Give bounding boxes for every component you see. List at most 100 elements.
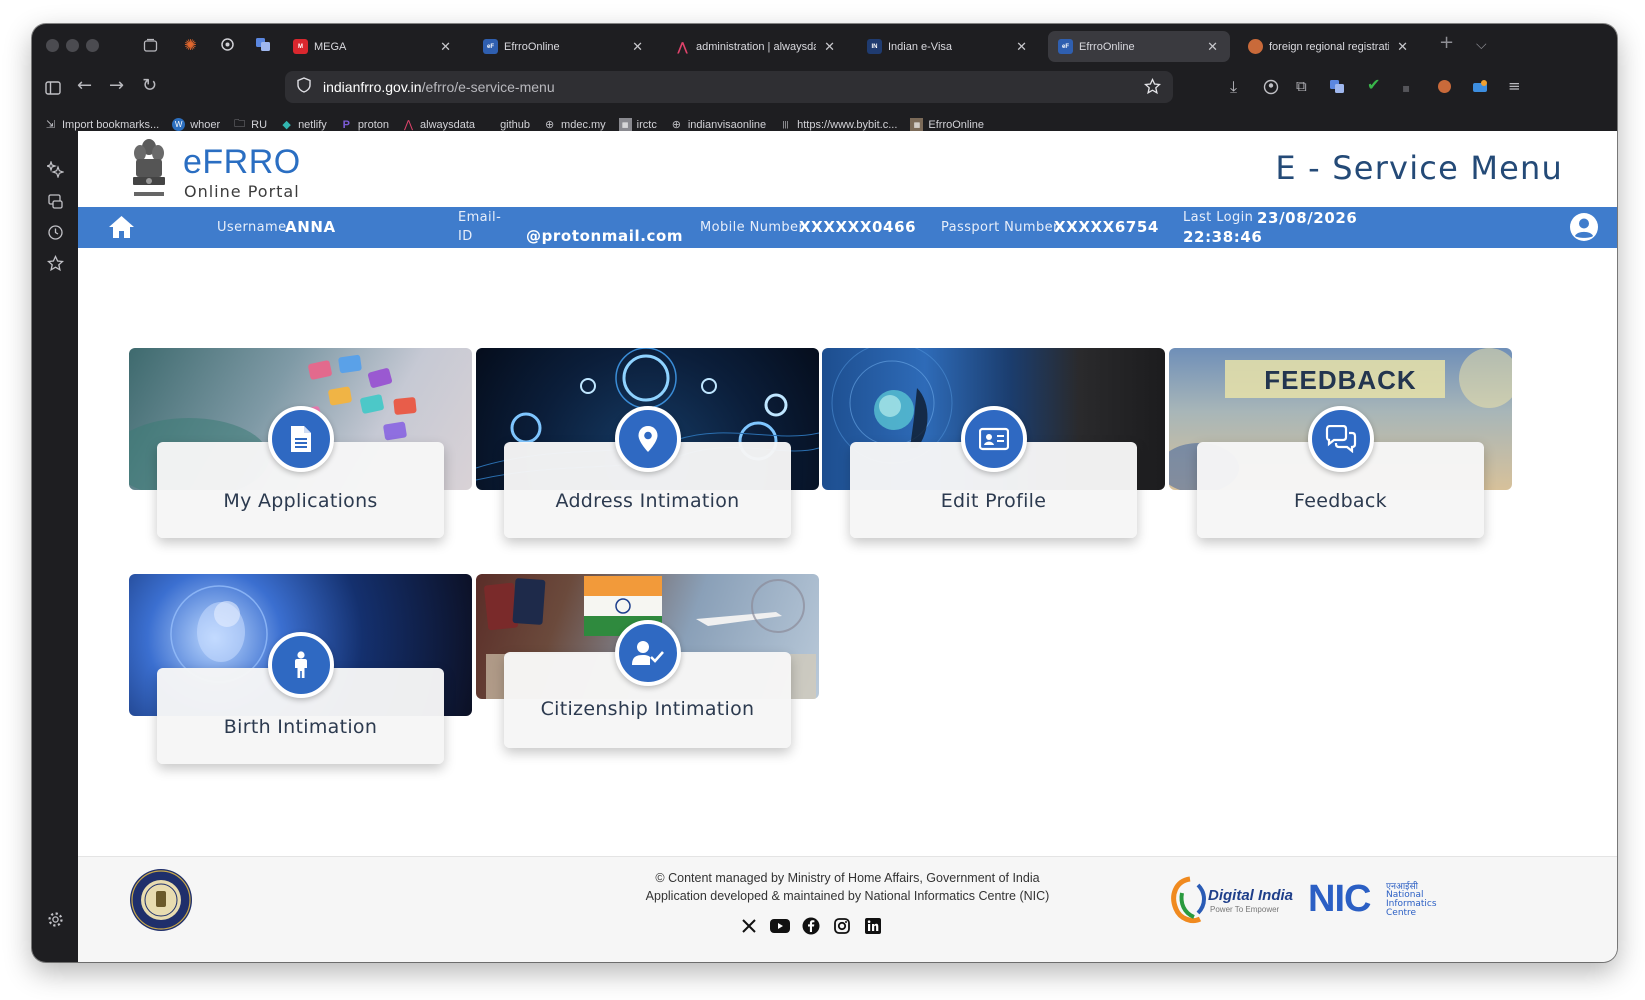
card-label-feedback[interactable]: Feedback xyxy=(1197,490,1484,512)
nic-letters-icon: NIC xyxy=(1308,878,1371,920)
pinned-tab-translate-icon[interactable] xyxy=(255,37,271,52)
claude-extension-icon[interactable] xyxy=(1437,79,1452,94)
tab-bar: ✺ M MEGA ✕ eF EfrroOnline ✕ ⋀ administra… xyxy=(32,24,1617,68)
pinned-tab-openai-icon[interactable] xyxy=(220,37,235,52)
tab-alwaysdata[interactable]: ⋀ administration | alwaysdata ✕ xyxy=(665,31,847,62)
close-tab-icon[interactable]: ✕ xyxy=(632,39,643,55)
menu-icon[interactable]: ≡ xyxy=(1508,78,1521,94)
card-label-citizenship-intimation[interactable]: Citizenship Intimation xyxy=(504,698,791,720)
new-tab-icon[interactable]: + xyxy=(1439,34,1454,52)
bookmark-mdec[interactable]: ⊕ mdec.my xyxy=(543,118,606,132)
nic-name-line3: Centre xyxy=(1386,908,1417,918)
bookmark-irctc[interactable]: ▦ irctc xyxy=(618,118,657,131)
card-label-address-intimation[interactable]: Address Intimation xyxy=(504,490,791,512)
extensions-icon[interactable]: ⧉ xyxy=(1296,78,1307,94)
sparkle-ai-icon[interactable] xyxy=(45,160,65,179)
checkmark-extension-icon[interactable]: ✔ xyxy=(1367,77,1380,93)
url-text[interactable]: indianfrro.gov.in/efrro/e-service-menu xyxy=(323,79,555,95)
bookmark-folder-ru[interactable]: 🗀 RU xyxy=(233,118,267,131)
page-title: E - Service Menu xyxy=(1275,149,1563,187)
card-address-intimation[interactable]: Address Intimation xyxy=(476,348,819,538)
browser-sidebar xyxy=(32,139,78,962)
tab-list-chevron-icon[interactable]: ⌵ xyxy=(1476,37,1487,53)
user-info-bar: Username ANNA Email- ID @protonmail.com … xyxy=(78,207,1617,248)
extension-placeholder-icon[interactable]: ▪ xyxy=(1402,80,1410,96)
x-icon[interactable] xyxy=(738,915,760,937)
tab-overview-icon[interactable] xyxy=(143,38,158,53)
efrro-icon: eF xyxy=(483,39,498,54)
globe-icon: ⊕ xyxy=(671,119,681,131)
close-tab-icon[interactable]: ✕ xyxy=(1207,39,1218,55)
efrro-logo-title[interactable]: eFRRO xyxy=(183,143,301,182)
tab-efrro-online-active[interactable]: eF EfrroOnline ✕ xyxy=(1048,31,1230,62)
username-label: Username xyxy=(217,220,287,235)
card-edit-profile[interactable]: Edit Profile xyxy=(822,348,1165,538)
mobile-label: Mobile Number xyxy=(700,220,805,235)
bookmark-indianvisaonline[interactable]: ⊕ indianvisaonline xyxy=(670,118,766,132)
bookmark-efrro-online[interactable]: ▦ EfrroOnline xyxy=(910,118,984,131)
settings-gear-icon[interactable] xyxy=(47,911,64,928)
passport-label: Passport Number xyxy=(941,220,1059,235)
browser-window: ✺ M MEGA ✕ eF EfrroOnline ✕ ⋀ administra… xyxy=(32,24,1617,962)
address-bar[interactable]: indianfrro.gov.in/efrro/e-service-menu xyxy=(285,71,1173,103)
user-check-icon xyxy=(615,620,681,686)
bookmark-github[interactable]: github xyxy=(500,119,530,131)
zoom-window-button[interactable] xyxy=(86,39,99,52)
netlify-icon: ◆ xyxy=(282,119,291,131)
claude-icon xyxy=(1248,39,1263,54)
close-tab-icon[interactable]: ✕ xyxy=(824,39,835,55)
close-tab-icon[interactable]: ✕ xyxy=(1397,39,1408,55)
shield-icon[interactable] xyxy=(297,77,311,97)
bybit-icon: ||| xyxy=(782,120,789,129)
card-my-applications[interactable]: My Applications xyxy=(129,348,472,538)
card-label-my-applications[interactable]: My Applications xyxy=(157,490,444,512)
instagram-icon[interactable] xyxy=(831,915,853,937)
digital-india-logo: Digital India Power To Empower xyxy=(1168,875,1293,925)
synced-tabs-icon[interactable] xyxy=(47,193,64,210)
globe-icon: ⊕ xyxy=(544,119,555,131)
tab-efrro-online[interactable]: eF EfrroOnline ✕ xyxy=(473,31,655,62)
account-icon[interactable] xyxy=(1263,79,1279,95)
sidebar-toggle-icon[interactable] xyxy=(45,81,61,95)
whoer-icon: W xyxy=(172,118,186,131)
close-tab-icon[interactable]: ✕ xyxy=(440,39,451,55)
card-label-edit-profile[interactable]: Edit Profile xyxy=(850,490,1137,512)
history-icon[interactable] xyxy=(47,224,64,241)
tab-foreign-registration[interactable]: foreign regional registration c ✕ xyxy=(1238,31,1420,62)
bookmark-whoer[interactable]: Wwhoer xyxy=(172,118,220,131)
feedback-banner-text: FEEDBACK xyxy=(1264,365,1417,395)
card-label-birth-intimation[interactable]: Birth Intimation xyxy=(157,716,444,738)
irctc-icon: ▦ xyxy=(618,118,632,131)
close-tab-icon[interactable]: ✕ xyxy=(1016,39,1027,55)
user-profile-icon[interactable] xyxy=(1569,212,1599,242)
linkedin-icon[interactable] xyxy=(862,915,884,937)
tab-mega[interactable]: M MEGA ✕ xyxy=(283,31,463,62)
efrro-icon: eF xyxy=(1058,39,1073,54)
efrro-logo-subtitle: Online Portal xyxy=(184,182,300,201)
bookmark-import[interactable]: ⇲ Import bookmarks... xyxy=(44,118,159,132)
youtube-icon[interactable] xyxy=(769,915,791,937)
digital-india-tagline: Power To Empower xyxy=(1210,905,1280,914)
downloads-icon[interactable]: ⤓ xyxy=(1230,79,1237,95)
bookmark-star-icon[interactable] xyxy=(1143,77,1162,99)
bookmark-netlify[interactable]: ◆ netlify xyxy=(280,118,326,132)
pinned-tab-claude-icon[interactable]: ✺ xyxy=(184,37,197,53)
reload-icon[interactable]: ↻ xyxy=(142,77,157,95)
card-feedback[interactable]: FEEDBACK Feedback xyxy=(1169,348,1512,538)
colorful-extension-icon[interactable] xyxy=(1472,79,1488,94)
card-birth-intimation[interactable]: Birth Intimation xyxy=(129,574,472,764)
bookmark-alwaysdata[interactable]: ⋀ alwaysdata xyxy=(402,118,475,132)
bookmark-bybit[interactable]: ||| https://www.bybit.c... xyxy=(779,118,898,131)
map-pin-icon xyxy=(615,406,681,472)
bookmark-proton[interactable]: Pproton xyxy=(340,118,389,131)
translate-extension-icon[interactable] xyxy=(1329,79,1345,94)
minimize-window-button[interactable] xyxy=(66,39,79,52)
bookmarks-star-icon[interactable] xyxy=(46,254,65,272)
tab-indian-evisa[interactable]: IN Indian e-Visa ✕ xyxy=(857,31,1039,62)
back-icon[interactable]: ← xyxy=(77,77,92,95)
home-icon[interactable] xyxy=(108,215,135,239)
close-window-button[interactable] xyxy=(46,39,59,52)
forward-icon[interactable]: → xyxy=(109,77,124,95)
facebook-icon[interactable] xyxy=(800,915,822,937)
card-citizenship-intimation[interactable]: Citizenship Intimation xyxy=(476,574,819,764)
